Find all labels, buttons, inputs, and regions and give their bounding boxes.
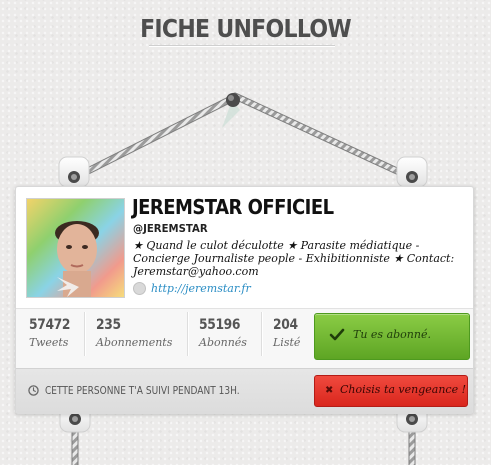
hook-plate-bottom-right [396,405,428,465]
profile-handle: @JEREMSTAR [133,222,208,235]
profile-url-link[interactable]: http://jeremstar.fr [151,282,251,295]
stat-label: Abonnements [96,336,173,349]
clock-icon [28,385,39,396]
stat-tweets[interactable]: 57472 Tweets [29,317,76,359]
revenge-button[interactable]: ✖ Choisis ta vengeance ! [314,375,468,407]
hook-plate-left [58,156,90,188]
stat-divider [261,312,263,356]
stat-value: 235 [96,317,121,333]
check-icon [329,328,345,341]
revenge-button-label: Choisis ta vengeance ! [340,383,467,396]
following-button-label: Tu es abonné. [353,328,431,341]
stat-divider [84,312,86,356]
stat-divider [187,312,189,356]
stat-value: 204 [273,317,298,333]
hook-plate-bottom-left [59,405,91,465]
stat-label: Tweets [29,336,69,349]
stat-label: Abonnés [199,336,247,349]
profile-bio: ★ Quand le culot déculotte ★ Parasite mé… [133,239,455,278]
nail-icon [222,93,240,128]
hook-plate-right [396,156,428,188]
stat-abonnes[interactable]: 55196 Abonnés [199,317,247,359]
unfollow-card: JEREMSTAR OFFICIEL @JEREMSTAR ★ Quand le… [15,186,474,414]
follow-duration-bar: CETTE PERSONNE T'A SUIVI PENDANT 13H. ✖ … [16,368,473,414]
stat-label: Listé [273,336,301,349]
stat-liste[interactable]: 204 Listé [273,317,301,359]
profile-header: JEREMSTAR OFFICIEL @JEREMSTAR ★ Quand le… [16,187,473,309]
stat-value: 57472 [29,317,71,333]
profile-name: JEREMSTAR OFFICIEL [132,195,334,219]
close-icon: ✖ [325,385,334,396]
following-button[interactable]: Tu es abonné. [314,313,470,360]
stat-value: 55196 [199,317,241,333]
avatar[interactable] [26,198,125,298]
stat-abonnements[interactable]: 235 Abonnements [96,317,172,359]
follow-duration-text: CETTE PERSONNE T'A SUIVI PENDANT 13H. [45,385,240,397]
location-icon [133,282,146,295]
